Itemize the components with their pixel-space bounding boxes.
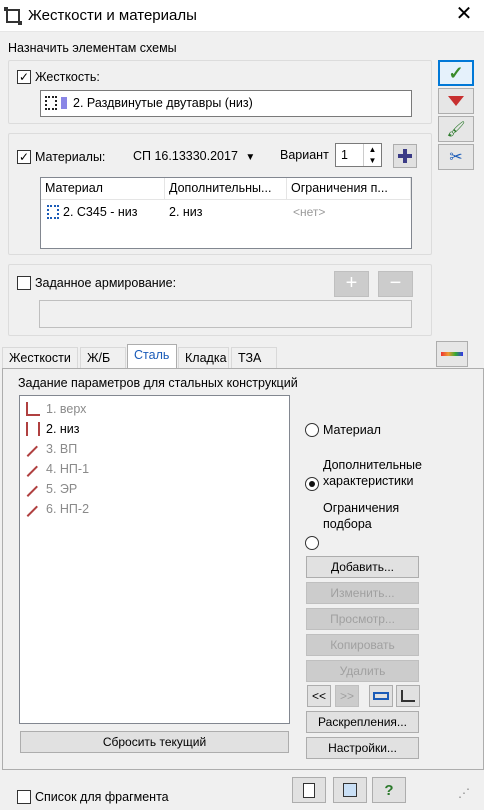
scissors-icon: ✂ — [449, 149, 463, 166]
tree-item-5[interactable]: 5. ЭР — [26, 479, 77, 499]
export-button[interactable] — [333, 777, 367, 803]
scissors-button[interactable]: ✂ — [438, 144, 474, 170]
help-button[interactable]: ? — [372, 777, 406, 803]
add-button[interactable]: Добавить... — [306, 556, 419, 578]
tree-item-1[interactable]: 1. верх — [26, 399, 86, 419]
column-header[interactable]: Дополнительны... — [165, 178, 287, 199]
document-icon — [303, 782, 315, 798]
norm-value: СП 16.13330.2017 — [133, 149, 238, 163]
tab-masonry[interactable]: Кладка — [178, 347, 229, 369]
steel-tree[interactable]: 1. верх 2. низ 3. ВП 4. НП-1 5. ЭР 6. НП… — [19, 395, 290, 724]
rod-icon — [26, 505, 40, 519]
cell-additional: 2. низ — [169, 205, 203, 219]
materials-checkbox[interactable]: ✓ — [17, 150, 31, 164]
radio-limits-label: Ограничения подбора — [323, 501, 400, 531]
stiffness-type-icon — [45, 96, 57, 110]
brush-button[interactable]: 🖌 — [438, 116, 474, 142]
beam-icon — [26, 402, 40, 416]
radio-additional[interactable] — [305, 477, 319, 491]
apply-button[interactable]: ✓ — [438, 60, 474, 86]
minus-icon: − — [389, 272, 402, 294]
apply-check-icon: ✓ — [448, 62, 464, 83]
tab-steel[interactable]: Сталь — [127, 344, 177, 369]
delete-button[interactable]: Удалить — [306, 660, 419, 682]
tab-stiffness[interactable]: Жесткости — [2, 347, 78, 369]
window-title: Жесткости и материалы — [28, 7, 197, 24]
tree-item-2[interactable]: 2. низ — [26, 419, 80, 439]
resize-grip-icon[interactable]: ⋰ — [458, 786, 470, 800]
plus-icon: + — [345, 272, 358, 294]
reinforcement-field[interactable] — [39, 300, 412, 328]
double-beam-icon — [26, 422, 40, 436]
column-header[interactable]: Ограничения п... — [287, 178, 411, 199]
help-icon: ? — [384, 781, 394, 799]
table-row[interactable]: 2. С345 - низ 2. низ <нет> — [41, 202, 411, 222]
cell-limits: <нет> — [293, 205, 326, 219]
table-header: Материал Дополнительны... Ограничения п.… — [41, 178, 411, 200]
close-icon[interactable]: ✕ — [452, 4, 476, 26]
cell-material: 2. С345 - низ — [63, 205, 138, 219]
spin-up-icon[interactable]: ▲ — [363, 144, 381, 155]
reinforcement-add-button[interactable]: + — [334, 271, 369, 297]
stiffness-color-icon — [61, 97, 67, 109]
variant-value: 1 — [341, 148, 348, 162]
title-bar: Жесткости и материалы ✕ — [0, 0, 484, 32]
radio-limits[interactable] — [305, 536, 319, 550]
norm-dropdown[interactable]: СП 16.13330.2017 ▼ — [133, 149, 255, 163]
rod-icon — [26, 445, 40, 459]
chart-icon — [401, 690, 415, 702]
rod-icon — [26, 465, 40, 479]
chart-button[interactable] — [396, 685, 420, 707]
materials-label: Материалы: — [35, 150, 106, 164]
fragment-checkbox[interactable] — [17, 790, 31, 804]
swap-icon — [373, 692, 389, 700]
stiffness-value: 2. Раздвинутые двутавры (низ) — [73, 96, 253, 110]
assign-label: Назначить элементам схемы — [8, 41, 177, 55]
copy-button[interactable]: Копировать — [306, 634, 419, 656]
filter-button[interactable] — [438, 88, 474, 114]
settings-button[interactable]: Настройки... — [306, 737, 419, 759]
spin-down-icon[interactable]: ▼ — [363, 155, 381, 166]
tree-item-4[interactable]: 4. НП-1 — [26, 459, 89, 479]
palette-button[interactable] — [436, 341, 468, 367]
palette-icon — [441, 352, 463, 356]
steel-heading: Задание параметров для стальных конструк… — [18, 376, 298, 390]
radio-material-label: Материал — [323, 423, 381, 437]
reinforcement-checkbox[interactable] — [17, 276, 31, 290]
stiffness-label: Жесткость: — [35, 70, 100, 84]
reset-button[interactable]: Сбросить текущий — [20, 731, 289, 753]
tab-rc[interactable]: Ж/Б — [80, 347, 126, 369]
radio-additional-label: Дополнительные характеристики — [323, 458, 422, 488]
reinforcement-remove-button[interactable]: − — [378, 271, 413, 297]
brush-icon: 🖌 — [446, 121, 466, 138]
stiffness-field[interactable]: 2. Раздвинутые двутавры (низ) — [40, 90, 412, 117]
fragment-label: Список для фрагмента — [35, 790, 169, 804]
fix-button[interactable]: Раскрепления... — [306, 711, 419, 733]
edit-button[interactable]: Изменить... — [306, 582, 419, 604]
material-type-icon — [47, 205, 59, 219]
next-button[interactable]: >> — [335, 685, 359, 707]
export-icon — [343, 783, 357, 797]
tab-tza[interactable]: ТЗА — [231, 347, 277, 369]
tree-item-6[interactable]: 6. НП-2 — [26, 499, 89, 519]
rod-icon — [26, 485, 40, 499]
prev-button[interactable]: << — [307, 685, 331, 707]
stiffness-checkbox[interactable]: ✓ — [17, 70, 31, 84]
reinforcement-label: Заданное армирование: — [35, 276, 177, 290]
tree-item-3[interactable]: 3. ВП — [26, 439, 77, 459]
chevron-down-icon: ▼ — [245, 152, 256, 163]
view-button[interactable]: Просмотр... — [306, 608, 419, 630]
column-header[interactable]: Материал — [41, 178, 165, 199]
materials-table[interactable]: Материал Дополнительны... Ограничения п.… — [40, 177, 412, 249]
variant-label: Вариант — [280, 148, 329, 162]
swap-button[interactable] — [369, 685, 393, 707]
radio-material[interactable] — [305, 423, 319, 437]
variant-spinner[interactable]: 1 ▲ ▼ — [335, 143, 382, 167]
document-button[interactable] — [292, 777, 326, 803]
add-material-button[interactable] — [393, 144, 417, 168]
filter-icon — [448, 96, 464, 106]
app-grid-icon — [4, 7, 22, 25]
